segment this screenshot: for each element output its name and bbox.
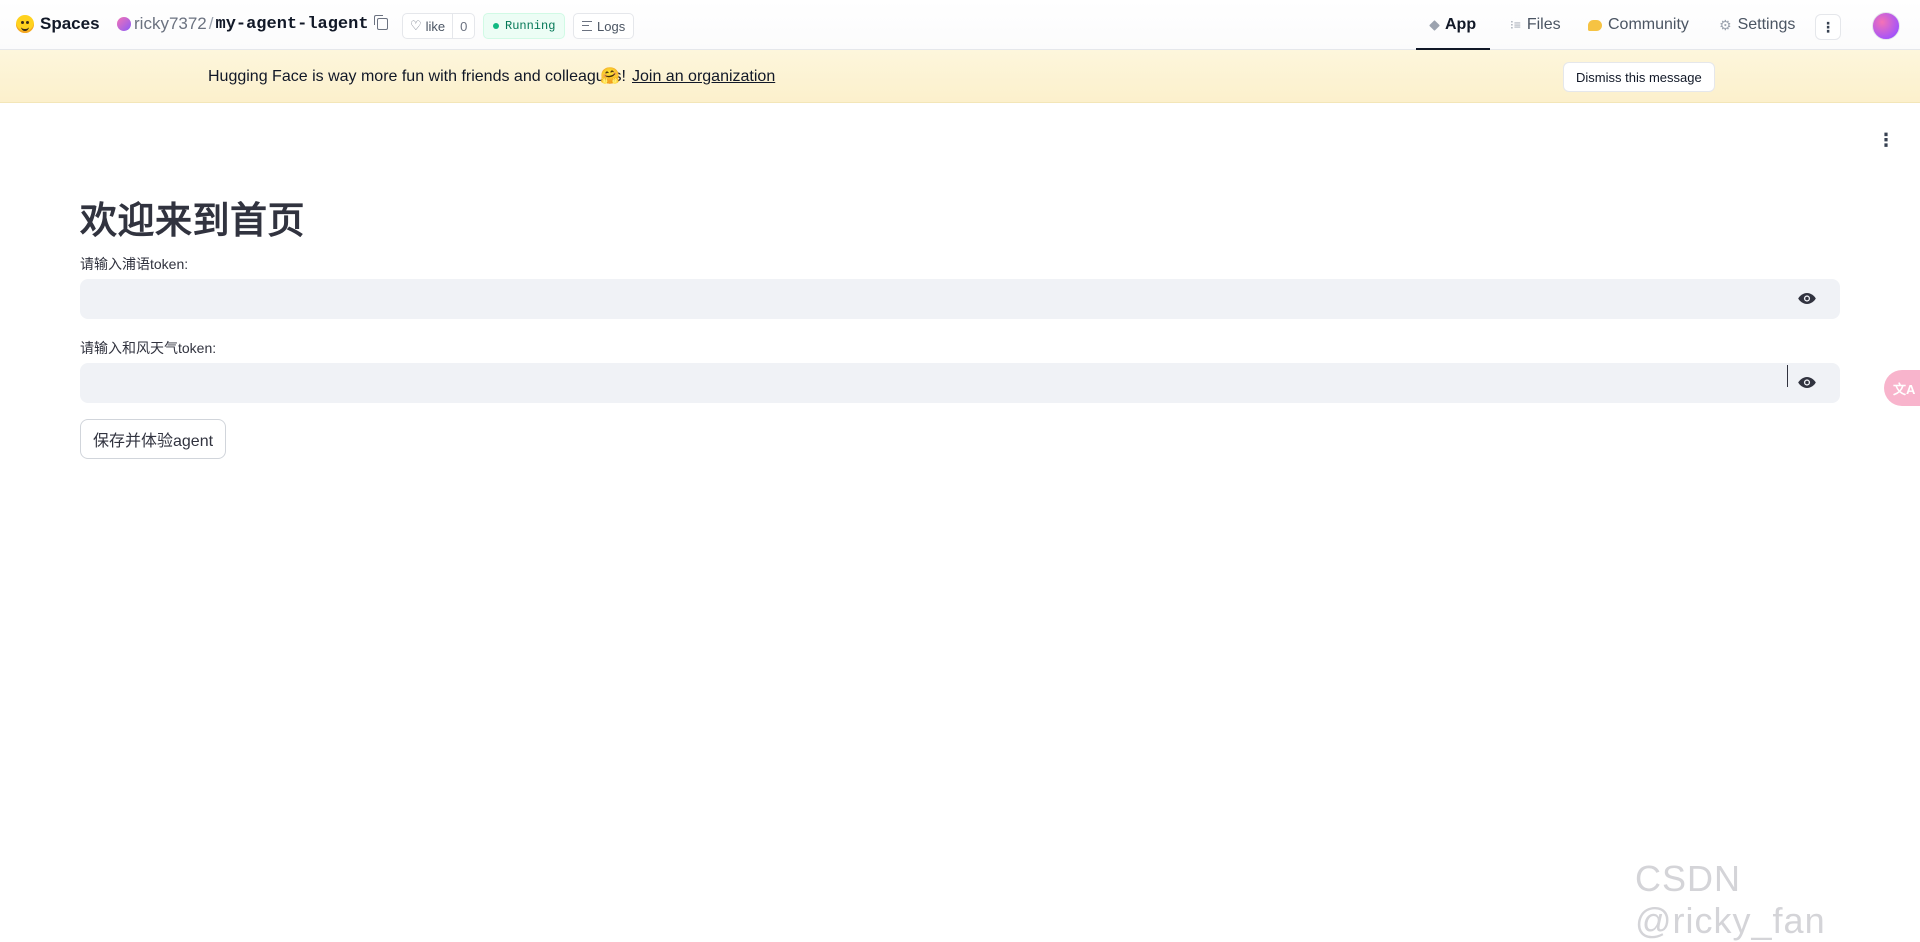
files-icon: ⁝≡ <box>1510 18 1521 32</box>
owner-avatar <box>117 17 131 31</box>
puyu-token-field <box>80 279 1840 319</box>
puyu-token-label: 请输入浦语token: <box>80 256 189 272</box>
space-name-link[interactable]: my-agent-lagent <box>216 15 369 34</box>
page-title: 欢迎来到首页 <box>80 200 305 241</box>
banner-message: Hugging Face is way more fun with friend… <box>208 68 626 85</box>
text-cursor <box>1787 365 1788 387</box>
spaces-home-link[interactable]: Spaces <box>16 14 100 34</box>
tab-app[interactable]: App <box>1415 0 1491 50</box>
weather-token-input[interactable] <box>80 363 1780 403</box>
heart-icon: ♡ <box>410 18 422 33</box>
logs-icon <box>582 21 592 31</box>
save-and-try-agent-button[interactable]: 保存并体验agent <box>80 419 227 459</box>
like-count: 0 <box>452 14 474 38</box>
tab-community[interactable]: Community <box>1588 0 1689 50</box>
status-label: Running <box>505 19 556 33</box>
org-banner: Hugging Face is way more fun with friend… <box>0 50 1920 103</box>
like-button[interactable]: ♡ like 0 <box>402 13 476 39</box>
translate-icon[interactable]: 文A <box>1884 370 1920 406</box>
app-menu-icon[interactable]: ⋮ <box>1877 130 1895 151</box>
puyu-token-input[interactable] <box>80 279 1780 319</box>
tab-files[interactable]: ⁝≡ Files <box>1510 0 1561 50</box>
weather-token-label: 请输入和风天气token: <box>80 340 217 356</box>
tab-files-label: Files <box>1526 16 1561 33</box>
more-options-button[interactable]: ⋮ <box>1815 14 1841 40</box>
brand-label: Spaces <box>40 14 100 33</box>
weather-token-field <box>80 363 1840 403</box>
like-label: like <box>425 18 446 34</box>
tab-settings-label: Settings <box>1737 16 1796 33</box>
status-dot-icon <box>493 23 499 29</box>
hugging-face-logo-icon <box>16 15 34 33</box>
logs-label: Logs <box>597 18 626 34</box>
owner-link[interactable]: ricky7372 <box>134 14 207 34</box>
status-badge: Running <box>483 13 566 39</box>
dismiss-message-button[interactable]: Dismiss this message <box>1563 62 1715 92</box>
hugging-emoji-icon: 🤗 <box>600 68 620 85</box>
user-avatar[interactable] <box>1872 12 1900 40</box>
gear-icon: ⚙ <box>1719 16 1732 33</box>
breadcrumb: ricky7372 / my-agent-lagent <box>117 14 388 34</box>
community-icon <box>1588 19 1602 31</box>
cube-icon <box>1429 19 1440 31</box>
tab-app-label: App <box>1445 16 1477 33</box>
eye-icon[interactable] <box>1798 377 1816 388</box>
watermark: CSDN @ricky_fan <box>1635 858 1826 941</box>
logs-button[interactable]: Logs <box>573 13 635 39</box>
copy-icon[interactable] <box>373 15 388 30</box>
join-organization-link[interactable]: Join an organization <box>632 68 775 86</box>
top-header: Spaces ricky7372 / my-agent-lagent ♡ lik… <box>0 0 1920 50</box>
tab-community-label: Community <box>1608 16 1689 33</box>
tab-settings[interactable]: ⚙ Settings <box>1719 0 1795 50</box>
vertical-dots-icon: ⋮ <box>1821 18 1835 35</box>
breadcrumb-separator: / <box>208 14 214 33</box>
eye-icon[interactable] <box>1798 293 1816 304</box>
